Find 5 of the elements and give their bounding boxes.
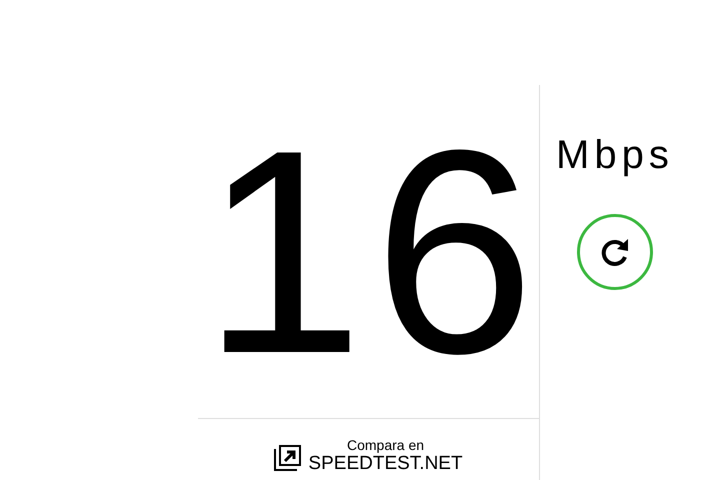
external-link-icon[interactable]	[274, 445, 302, 471]
speed-unit: Mbps	[556, 133, 674, 178]
compare-caption: Compara en	[346, 437, 424, 453]
speedtest-link[interactable]: SPEEDTEST.NET	[308, 453, 463, 475]
speed-value: 16	[201, 106, 545, 396]
